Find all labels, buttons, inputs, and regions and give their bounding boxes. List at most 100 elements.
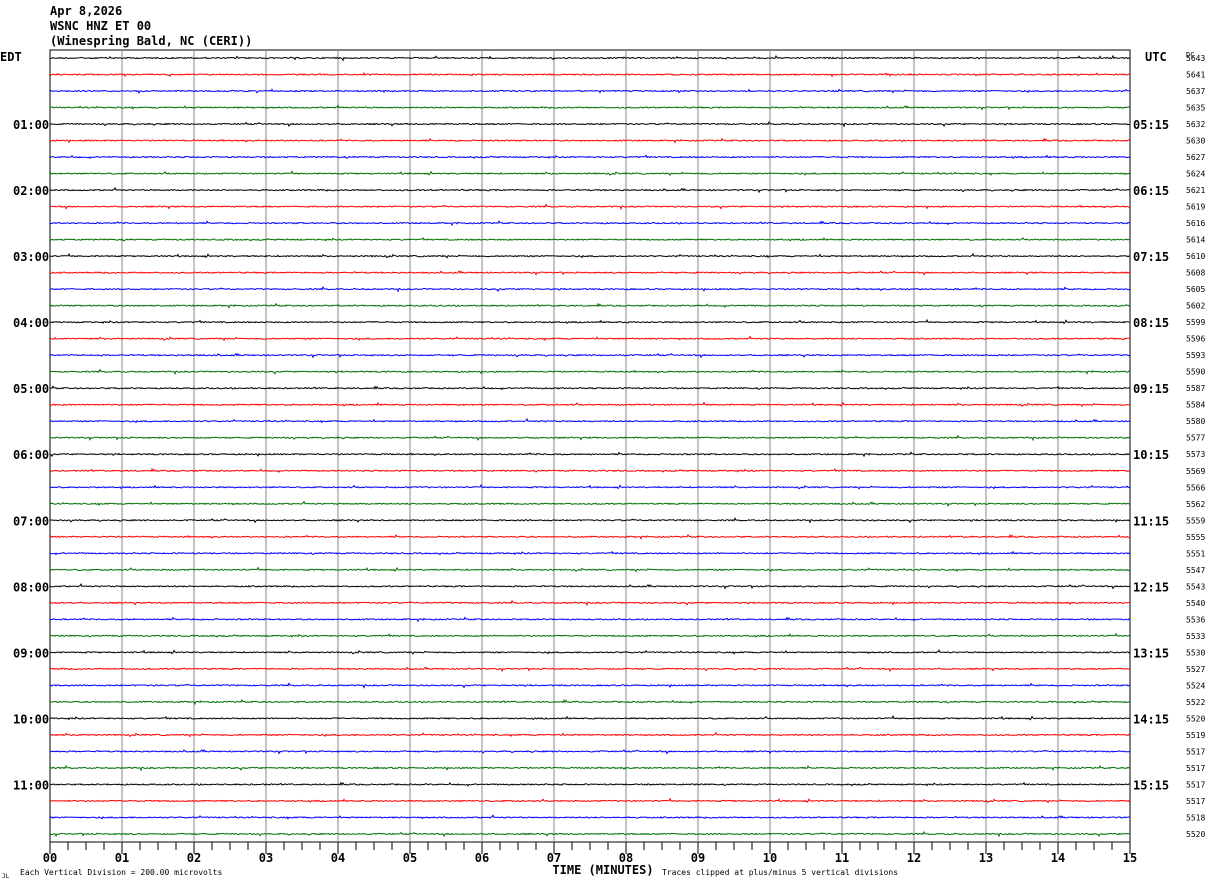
dc-offset-label: 5517 — [1186, 764, 1205, 773]
scale-note: Each Vertical Division = 200.00 microvol… — [20, 868, 222, 877]
seismic-trace — [49, 699, 1131, 705]
edt-label: EDT — [0, 50, 22, 64]
seismic-trace — [49, 252, 1131, 259]
x-tick-label: 14 — [1051, 851, 1065, 865]
x-tick-label: 15 — [1123, 851, 1137, 865]
seismic-trace — [49, 830, 1131, 838]
seismic-trace — [49, 104, 1131, 111]
dc-offset-label: 5616 — [1186, 219, 1205, 228]
utc-hour-label: 09:15 — [1133, 382, 1169, 396]
seismic-trace — [49, 318, 1131, 325]
dc-offset-label: 5641 — [1186, 71, 1205, 80]
x-tick-label: 13 — [979, 851, 993, 865]
dc-offset-label: 5624 — [1186, 170, 1205, 179]
x-tick-label: 01 — [115, 851, 129, 865]
seismic-trace — [49, 137, 1131, 144]
seismic-trace — [50, 54, 1131, 62]
dc-offset-label: 5533 — [1186, 632, 1205, 641]
dc-offset-label: 5569 — [1186, 467, 1205, 476]
dc-offset-label: 5573 — [1186, 450, 1205, 459]
seismic-trace — [49, 401, 1131, 408]
seismic-trace — [49, 483, 1131, 490]
utc-hour-label: 15:15 — [1133, 778, 1169, 792]
dc-offset-label: 5627 — [1186, 153, 1205, 162]
dc-offset-label: 5540 — [1186, 599, 1205, 608]
utc-hour-label: 13:15 — [1133, 646, 1169, 660]
clip-note: Traces clipped at plus/minus 5 vertical … — [662, 868, 898, 877]
x-tick-label: 05 — [403, 851, 417, 865]
dc-offset-label: 5551 — [1186, 549, 1205, 558]
seismic-trace — [49, 352, 1131, 359]
dc-offset-label: 5610 — [1186, 252, 1205, 261]
dc-offset-label: 5527 — [1186, 665, 1205, 674]
dc-offset-label: 5593 — [1186, 351, 1205, 360]
utc-hour-label: 12:15 — [1133, 580, 1169, 594]
dc-offset-label: 5587 — [1186, 384, 1205, 393]
dc-offset-label: 5621 — [1186, 186, 1205, 195]
dc-offset-label: 5605 — [1186, 285, 1205, 294]
utc-hour-label: 05:15 — [1133, 118, 1169, 132]
dc-offset-label: 5520 — [1186, 830, 1205, 839]
dc-offset-label: 5635 — [1186, 104, 1205, 113]
seismic-trace — [49, 302, 1131, 309]
seismic-trace — [49, 467, 1131, 473]
plot-frame — [49, 49, 1131, 843]
seismic-trace — [49, 814, 1131, 820]
dc-offset-label: 5632 — [1186, 120, 1205, 129]
seismic-trace — [49, 88, 1131, 94]
x-tick-label: 09 — [691, 851, 705, 865]
utc-hour-label: 14:15 — [1133, 712, 1169, 726]
seismic-trace — [49, 583, 1131, 590]
dc-offset-label: 5536 — [1186, 615, 1205, 624]
x-tick-label: 06 — [475, 851, 489, 865]
dc-offset-label: 5559 — [1186, 516, 1205, 525]
seismic-trace — [49, 72, 1131, 78]
seismic-trace — [49, 500, 1131, 507]
seismic-trace — [50, 781, 1130, 787]
seismic-trace — [49, 715, 1131, 721]
seismic-trace — [49, 170, 1131, 176]
edt-hour-label: 02:00 — [13, 184, 49, 198]
dc-offset-label: 5518 — [1186, 813, 1205, 822]
edt-hour-label: 07:00 — [13, 514, 49, 528]
dc-offset-label: 5608 — [1186, 269, 1205, 278]
seismic-trace — [49, 666, 1130, 673]
seismic-trace — [49, 417, 1131, 424]
utc-hour-label: 06:15 — [1133, 184, 1169, 198]
dc-label: DC — [1186, 51, 1194, 59]
dc-offset-label: 5619 — [1186, 203, 1205, 212]
edt-hour-label: 11:00 — [13, 778, 49, 792]
dc-offset-label: 5543 — [1186, 582, 1205, 591]
dc-offset-label: 5584 — [1186, 401, 1205, 410]
seismic-trace — [49, 533, 1131, 540]
seismic-trace — [49, 186, 1131, 194]
x-tick-label: 02 — [187, 851, 201, 865]
edt-hour-label: 08:00 — [13, 580, 49, 594]
dc-offset-label: 5524 — [1186, 681, 1205, 690]
x-tick-label: 03 — [259, 851, 273, 865]
x-axis-label: TIME (MINUTES) — [552, 863, 653, 877]
dc-offset-label: 5555 — [1186, 533, 1205, 542]
seismic-trace — [49, 649, 1131, 655]
seismic-trace — [49, 368, 1131, 376]
dc-offset-label: 5614 — [1186, 236, 1205, 245]
edt-hour-label: 10:00 — [13, 712, 49, 726]
seismic-trace — [49, 682, 1131, 689]
utc-hour-label: 08:15 — [1133, 316, 1169, 330]
utc-hour-label: 11:15 — [1133, 514, 1169, 528]
seismic-trace — [50, 270, 1131, 276]
x-tick-label: 11 — [835, 851, 849, 865]
seismic-trace — [49, 154, 1131, 160]
dc-offset-label: 5566 — [1186, 483, 1205, 492]
dc-offset-label: 5517 — [1186, 780, 1205, 789]
dc-offset-label: 5599 — [1186, 318, 1205, 327]
seismic-trace — [49, 749, 1131, 755]
seismic-trace — [49, 616, 1131, 623]
seismic-trace — [49, 797, 1130, 804]
dc-offset-label: 5590 — [1186, 368, 1205, 377]
x-tick-label: 10 — [763, 851, 777, 865]
helicorder-plot: 5643564156375635563256305627562456215619… — [0, 49, 1205, 880]
seismic-trace — [49, 599, 1131, 607]
utc-hour-label: 07:15 — [1133, 250, 1169, 264]
corner-mark: JL — [2, 873, 10, 880]
